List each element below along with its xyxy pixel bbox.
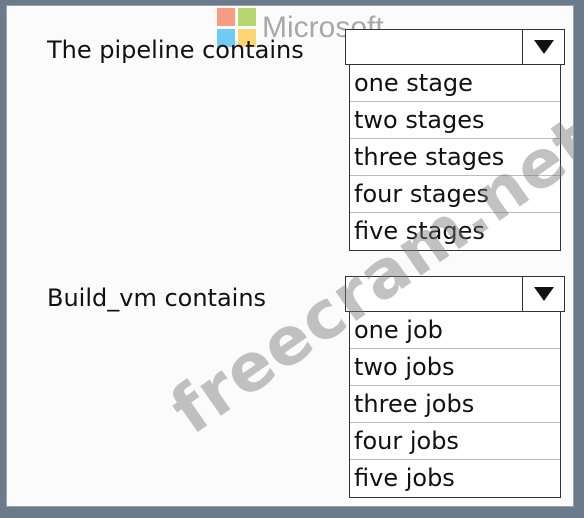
triangle-down-icon [533, 287, 554, 301]
select-box-pipeline[interactable] [345, 29, 565, 65]
option-four-stages[interactable]: four stages [350, 176, 560, 213]
option-two-jobs[interactable]: two jobs [350, 349, 560, 386]
option-one-stage[interactable]: one stage [350, 65, 560, 102]
option-two-stages[interactable]: two stages [350, 102, 560, 139]
dropdown-arrow-button[interactable] [522, 30, 564, 64]
dropdown-pipeline[interactable]: one stage two stages three stages four s… [345, 29, 565, 251]
logo-square-green [238, 8, 256, 26]
option-three-jobs[interactable]: three jobs [350, 386, 560, 423]
option-one-job[interactable]: one job [350, 312, 560, 349]
options-list-build-vm: one job two jobs three jobs four jobs fi… [349, 312, 561, 498]
option-five-jobs[interactable]: five jobs [350, 460, 560, 497]
option-three-stages[interactable]: three stages [350, 139, 560, 176]
options-list-pipeline: one stage two stages three stages four s… [349, 65, 561, 251]
question-panel: Microsoft The pipeline contains one stag… [6, 5, 574, 507]
logo-square-red [217, 8, 235, 26]
dropdown-arrow-button[interactable] [522, 277, 564, 311]
option-five-stages[interactable]: five stages [350, 213, 560, 250]
option-four-jobs[interactable]: four jobs [350, 423, 560, 460]
question-label-pipeline: The pipeline contains [47, 36, 304, 64]
question-label-build-vm: Build_vm contains [47, 284, 267, 312]
dropdown-build-vm[interactable]: one job two jobs three jobs four jobs fi… [345, 276, 565, 498]
select-box-build-vm[interactable] [345, 276, 565, 312]
triangle-down-icon [533, 40, 554, 54]
